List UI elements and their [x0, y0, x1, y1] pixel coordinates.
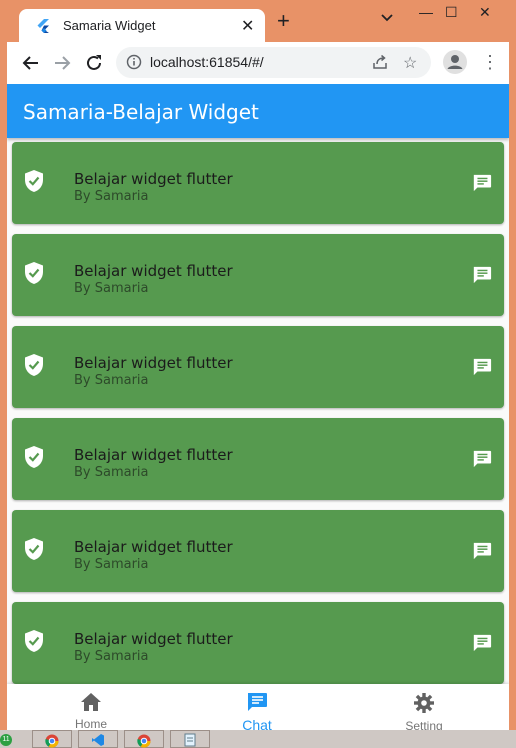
- browser-tab[interactable]: Samaria Widget ✕: [19, 9, 265, 42]
- nav-label-home: Home: [74, 717, 107, 730]
- list-item[interactable]: Belajar widget flutter By Samaria: [12, 418, 504, 500]
- bottom-navigation-bar: Home Chat Setting: [7, 684, 509, 730]
- chrome-icon: [45, 734, 59, 748]
- item-subtitle: By Samaria: [74, 649, 149, 664]
- nav-label-setting: Setting: [405, 719, 443, 730]
- tab-close-icon[interactable]: ✕: [241, 16, 254, 36]
- close-window-button[interactable]: ✕: [479, 4, 491, 21]
- item-title: Belajar widget flutter: [74, 538, 233, 556]
- item-subtitle: By Samaria: [74, 557, 149, 572]
- chat-icon: [248, 693, 267, 711]
- chat-icon[interactable]: [472, 357, 492, 377]
- app-bar: Samaria-Belajar Widget: [7, 84, 509, 138]
- browser-menu-icon[interactable]: ⋮: [481, 52, 499, 72]
- chat-icon[interactable]: [472, 265, 492, 285]
- maximize-button[interactable]: ☐: [445, 4, 458, 21]
- notepad-icon: [184, 733, 196, 747]
- list-item[interactable]: Belajar widget flutter By Samaria: [12, 234, 504, 316]
- taskbar-chrome-app[interactable]: [32, 730, 72, 748]
- item-title: Belajar widget flutter: [74, 630, 233, 648]
- profile-avatar[interactable]: [443, 50, 467, 74]
- item-title: Belajar widget flutter: [74, 446, 233, 464]
- list-item[interactable]: Belajar widget flutter By Samaria: [12, 142, 504, 224]
- page-title: Samaria-Belajar Widget: [23, 100, 259, 124]
- shield-check-icon: [25, 630, 43, 652]
- item-subtitle: By Samaria: [74, 373, 149, 388]
- tab-search-chevron-icon[interactable]: [381, 14, 393, 22]
- list-item[interactable]: Belajar widget flutter By Samaria: [12, 510, 504, 592]
- chat-icon[interactable]: [472, 541, 492, 561]
- url-text[interactable]: localhost:61854/#/: [150, 54, 264, 70]
- item-subtitle: By Samaria: [74, 465, 149, 480]
- tab-title: Samaria Widget: [63, 18, 156, 33]
- new-tab-button[interactable]: +: [277, 10, 290, 32]
- chrome-icon: [137, 734, 151, 748]
- person-icon: [447, 55, 463, 69]
- address-bar[interactable]: localhost:61854/#/ ☆: [116, 47, 431, 78]
- taskbar-chrome-app-2[interactable]: [124, 730, 164, 748]
- bookmark-star-icon[interactable]: ☆: [403, 53, 417, 73]
- tab-strip: Samaria Widget ✕ + — ☐ ✕: [7, 0, 509, 42]
- flutter-logo-icon: [37, 19, 49, 33]
- item-title: Belajar widget flutter: [74, 354, 233, 372]
- item-title: Belajar widget flutter: [74, 262, 233, 280]
- shield-check-icon: [25, 538, 43, 560]
- shield-check-icon: [25, 170, 43, 192]
- nav-item-chat[interactable]: Chat: [217, 692, 297, 730]
- minimize-button[interactable]: —: [419, 4, 433, 20]
- nav-item-setting[interactable]: Setting: [384, 692, 464, 730]
- browser-toolbar: localhost:61854/#/ ☆ ⋮: [7, 42, 509, 84]
- back-arrow-icon[interactable]: [20, 52, 42, 74]
- taskbar-vscode-app[interactable]: [78, 730, 118, 748]
- list-item[interactable]: Belajar widget flutter By Samaria: [12, 326, 504, 408]
- item-subtitle: By Samaria: [74, 281, 149, 296]
- nav-item-home[interactable]: Home: [51, 692, 131, 730]
- chat-icon[interactable]: [472, 633, 492, 653]
- item-subtitle: By Samaria: [74, 189, 149, 204]
- chat-icon[interactable]: [472, 173, 492, 193]
- gear-icon: [414, 693, 434, 713]
- reload-icon[interactable]: [83, 52, 105, 74]
- flutter-app: Samaria-Belajar Widget Belajar widget fl…: [7, 84, 509, 730]
- forward-arrow-icon[interactable]: [51, 52, 73, 74]
- vscode-icon: [92, 734, 104, 746]
- shield-check-icon: [25, 446, 43, 468]
- chat-icon[interactable]: [472, 449, 492, 469]
- item-title: Belajar widget flutter: [74, 170, 233, 188]
- shield-check-icon: [25, 354, 43, 376]
- nav-label-chat: Chat: [242, 717, 272, 730]
- notification-badge[interactable]: 11: [0, 734, 12, 746]
- list-item[interactable]: Belajar widget flutter By Samaria: [12, 602, 504, 684]
- info-icon[interactable]: [126, 54, 142, 70]
- os-taskbar: 11: [0, 730, 516, 748]
- home-icon: [81, 693, 101, 711]
- shield-check-icon: [25, 262, 43, 284]
- share-icon[interactable]: [372, 54, 388, 70]
- taskbar-notepad-app[interactable]: [170, 730, 210, 748]
